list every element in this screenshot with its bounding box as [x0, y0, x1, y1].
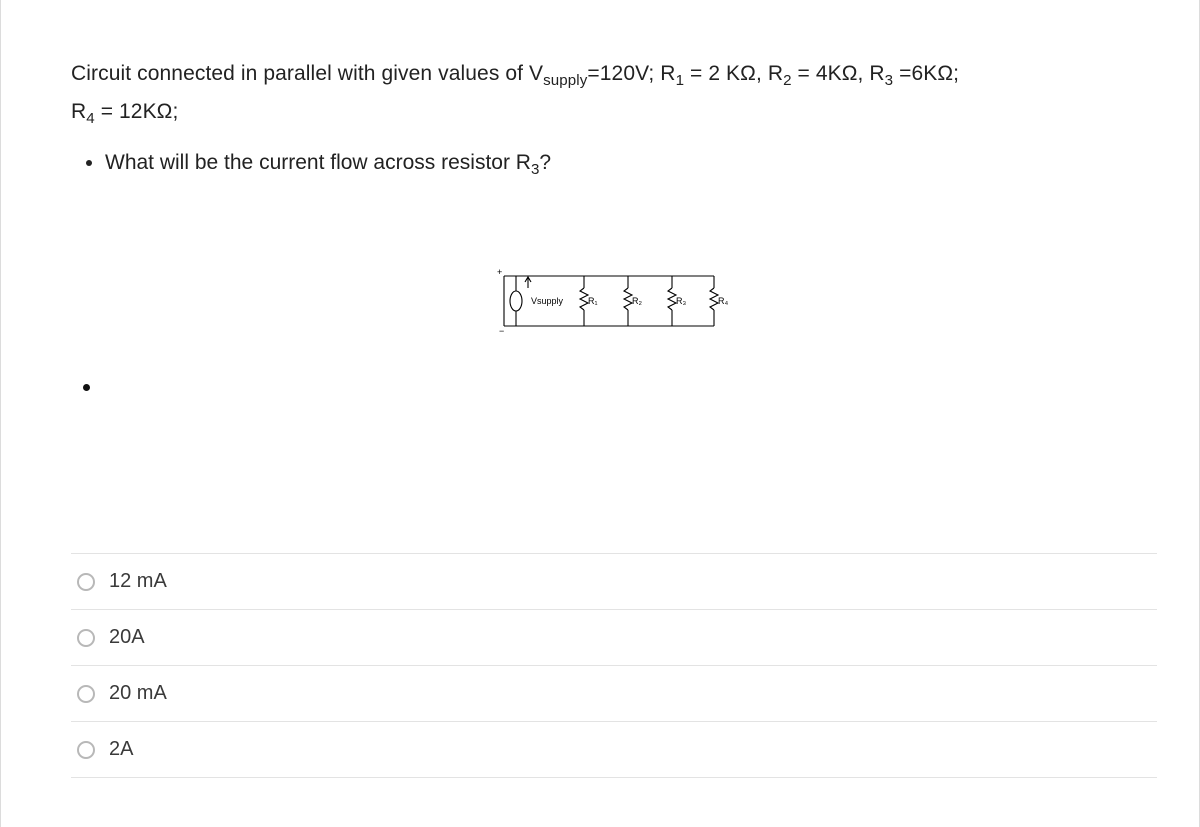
r1-label: R₁ [588, 296, 598, 306]
r3-label: R₃ [676, 296, 686, 306]
small-dot [83, 384, 90, 391]
radio-icon[interactable] [77, 741, 95, 759]
circuit-svg: + − Vsupply R₁ R₂ R₃ R₄ [494, 266, 734, 336]
bullet-text: What will be the current flow across res… [105, 151, 531, 174]
prompt-sub: supply [543, 72, 587, 89]
prompt-sub: 1 [676, 72, 685, 89]
minus-label: − [499, 326, 504, 336]
answer-label: 20A [109, 626, 145, 649]
answer-option[interactable]: 2A [71, 721, 1157, 777]
answer-label: 20 mA [109, 682, 167, 705]
question-bullet: What will be the current flow across res… [105, 146, 1157, 182]
prompt-text: = 12KΩ; [95, 100, 179, 123]
prompt-text: =6KΩ; [893, 62, 959, 85]
prompt-sub: 3 [885, 72, 894, 89]
prompt-sub: 4 [86, 110, 95, 127]
prompt-text: = 4KΩ, R [792, 62, 885, 85]
plus-label: + [497, 267, 502, 277]
prompt-sub: 2 [783, 72, 792, 89]
r4-label: R₄ [718, 296, 728, 306]
radio-icon[interactable] [77, 685, 95, 703]
prompt-text: Circuit connected in parallel with given… [71, 62, 543, 85]
prompt-text: = 2 KΩ, R [684, 62, 783, 85]
answer-choice-list: 12 mA 20A 20 mA 2A [71, 553, 1157, 778]
answer-label: 12 mA [109, 570, 167, 593]
radio-icon[interactable] [77, 573, 95, 591]
bullet-text: ? [539, 151, 551, 174]
answer-option[interactable]: 20 mA [71, 665, 1157, 721]
question-prompt: Circuit connected in parallel with given… [71, 56, 1157, 132]
prompt-text: =120V; R [587, 62, 675, 85]
vsupply-label: Vsupply [531, 296, 564, 306]
answer-option[interactable]: 20A [71, 609, 1157, 665]
question-bullet-list: What will be the current flow across res… [71, 146, 1157, 182]
question-panel: Circuit connected in parallel with given… [0, 0, 1200, 827]
radio-icon[interactable] [77, 629, 95, 647]
prompt-text: R [71, 100, 86, 123]
r2-label: R₂ [632, 296, 642, 306]
circuit-figure: + − Vsupply R₁ R₂ R₃ R₄ [71, 266, 1157, 336]
answer-label: 2A [109, 738, 133, 761]
answer-option[interactable]: 12 mA [71, 553, 1157, 609]
